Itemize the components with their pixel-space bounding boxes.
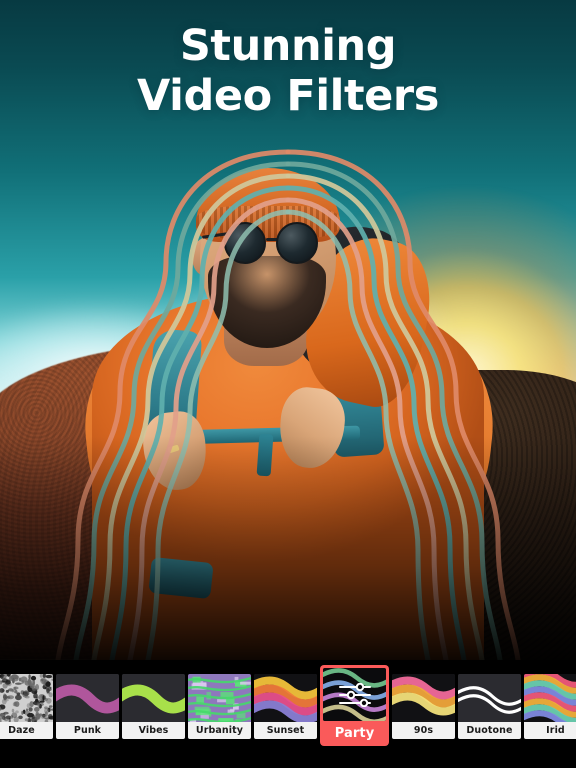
title-line-2: Video Filters — [0, 72, 576, 122]
filter-thumbnail-daze[interactable] — [0, 674, 53, 722]
filter-thumbnail-sunset[interactable] — [254, 674, 317, 722]
filter-tile-daze[interactable]: Daze — [0, 674, 53, 739]
filter-label-vibes: Vibes — [122, 722, 185, 739]
filter-tile-90s[interactable]: 90s — [392, 674, 455, 739]
filter-label-irid: Irid — [524, 722, 576, 739]
filter-thumbnail-vibes[interactable] — [122, 674, 185, 722]
filter-thumbnail-urbanity[interactable] — [188, 674, 251, 722]
page-title: Stunning Video Filters — [0, 22, 576, 122]
filter-tile-duotone[interactable]: Duotone — [458, 674, 521, 739]
filter-label-daze: Daze — [0, 722, 53, 739]
filter-thumbnail-irid[interactable] — [524, 674, 576, 722]
filter-tile-party[interactable]: Party — [320, 665, 389, 746]
title-line-1: Stunning — [180, 21, 396, 71]
filter-strip[interactable]: Daze Punk Vibes Urbanity Sunset Party 90s Duoto… — [0, 660, 576, 768]
app-screen: Stunning Video Filters Daze Punk Vibes Urba… — [0, 0, 576, 768]
filter-tile-sunset[interactable]: Sunset — [254, 674, 317, 739]
filter-label-90s: 90s — [392, 722, 455, 739]
filter-tile-irid[interactable]: Irid — [524, 674, 576, 739]
filter-tile-urbanity[interactable]: Urbanity — [188, 674, 251, 739]
filter-strip-scroller[interactable]: Daze Punk Vibes Urbanity Sunset Party 90s Duoto… — [0, 665, 576, 765]
filter-label-party: Party — [323, 721, 386, 746]
filter-thumbnail-party[interactable] — [323, 668, 386, 721]
filter-label-sunset: Sunset — [254, 722, 317, 739]
filter-thumbnail-duotone[interactable] — [458, 674, 521, 722]
filter-thumbnail-90s[interactable] — [392, 674, 455, 722]
filter-label-punk: Punk — [56, 722, 119, 739]
filter-thumbnail-punk[interactable] — [56, 674, 119, 722]
filter-label-urbanity: Urbanity — [188, 722, 251, 739]
sliders-icon[interactable] — [338, 683, 372, 707]
filter-label-duotone: Duotone — [458, 722, 521, 739]
filter-tile-vibes[interactable]: Vibes — [122, 674, 185, 739]
filter-tile-punk[interactable]: Punk — [56, 674, 119, 739]
bottom-vignette — [0, 436, 576, 660]
